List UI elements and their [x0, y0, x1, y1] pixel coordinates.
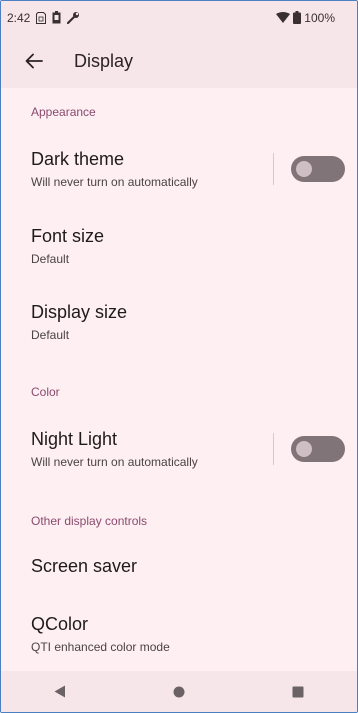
pref-summary: Default — [31, 328, 70, 342]
nav-back-button[interactable] — [40, 677, 80, 707]
battery-saver-icon — [52, 11, 61, 24]
pref-summary: QTI enhanced color mode — [31, 640, 170, 654]
home-circle-icon — [173, 686, 185, 697]
arrow-left-icon — [25, 53, 43, 69]
device-screen: 2:42 100% Display Appearance Dark theme … — [0, 0, 358, 713]
pref-font-size[interactable]: Font size Default — [1, 214, 357, 278]
wifi-icon — [276, 12, 291, 23]
pref-title: Display size — [31, 302, 128, 322]
battery-icon — [293, 11, 302, 24]
pref-title: QColor — [31, 614, 89, 634]
section-header-appearance: Appearance — [31, 105, 96, 119]
section-header-other: Other display controls — [31, 514, 148, 528]
pref-summary: Will never turn on automatically — [31, 175, 198, 189]
nav-home-button[interactable] — [159, 677, 199, 707]
nav-recents-button[interactable] — [278, 677, 318, 707]
status-right: 100% — [276, 11, 357, 25]
dark-theme-switch[interactable] — [291, 156, 345, 182]
status-bar: 2:42 100% — [1, 1, 357, 34]
pref-title: Screen saver — [31, 556, 138, 576]
divider — [273, 433, 274, 465]
app-bar: Display — [1, 34, 357, 88]
pref-summary: Default — [31, 252, 70, 266]
pref-title: Dark theme — [31, 149, 125, 169]
night-light-switch[interactable] — [291, 436, 345, 462]
recents-square-icon — [292, 686, 304, 697]
back-triangle-icon — [54, 685, 66, 698]
switch-thumb — [296, 441, 312, 457]
switch-thumb — [296, 161, 312, 177]
pref-dark-theme[interactable]: Dark theme Will never turn on automatica… — [1, 136, 357, 202]
section-header-color: Color — [31, 385, 60, 399]
wrench-icon — [67, 11, 80, 24]
status-time: 2:42 — [7, 10, 31, 25]
pref-title: Night Light — [31, 429, 118, 449]
navigation-bar — [1, 671, 357, 712]
battery-percent: 100% — [304, 10, 335, 25]
sim-icon — [36, 11, 47, 24]
pref-qcolor[interactable]: QColor QTI enhanced color mode — [1, 604, 357, 670]
pref-title: Font size — [31, 226, 105, 246]
pref-summary: Will never turn on automatically — [31, 455, 198, 469]
pref-screen-saver[interactable]: Screen saver — [1, 542, 357, 594]
pref-night-light[interactable]: Night Light Will never turn on automatic… — [1, 416, 357, 482]
status-left: 2:42 — [1, 11, 80, 25]
pref-display-size[interactable]: Display size Default — [1, 290, 357, 354]
back-button[interactable] — [20, 47, 48, 75]
page-title: Display — [74, 50, 134, 71]
divider — [273, 153, 274, 185]
